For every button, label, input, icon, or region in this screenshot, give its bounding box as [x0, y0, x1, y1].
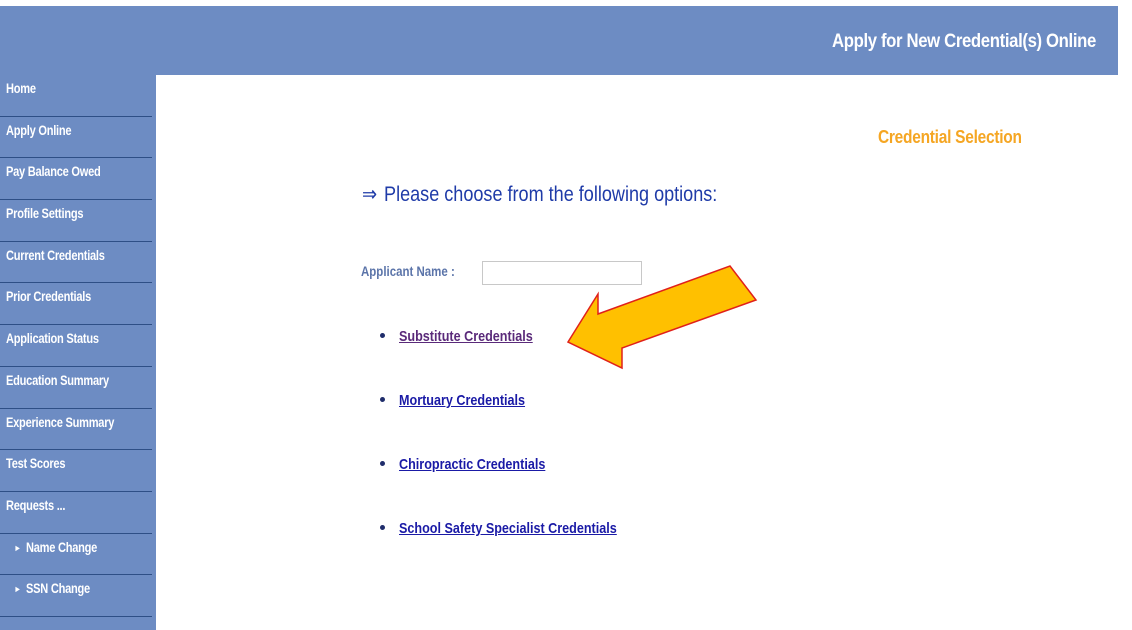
sidebar-item-label: Test Scores: [6, 456, 66, 472]
chiropractic-credentials-link[interactable]: Chiropractic Credentials: [399, 456, 545, 473]
sidebar-item-application-status[interactable]: Application Status: [0, 325, 152, 367]
page-title: Apply for New Credential(s) Online: [832, 31, 1096, 52]
sidebar-item-profile-settings[interactable]: Profile Settings: [0, 200, 152, 242]
sidebar-item-label: Prior Credentials: [6, 289, 92, 305]
callout-arrow-shape: [566, 265, 758, 370]
bullet-icon: [380, 333, 385, 338]
bullet-icon: [380, 525, 385, 530]
options-prompt: ⇒ Please choose from the following option…: [362, 182, 717, 207]
sidebar-item-label: Apply Online: [6, 122, 72, 138]
triangle-right-icon: ►: [14, 542, 22, 553]
sidebar-item-label: Education Summary: [6, 372, 109, 388]
sidebar-item-label: Current Credentials: [6, 247, 105, 263]
sidebar-item-apply-online[interactable]: Apply Online: [0, 117, 152, 159]
sidebar-item-label: Requests ...: [6, 497, 66, 513]
sidebar-item-prior-credentials[interactable]: Prior Credentials: [0, 283, 152, 326]
bullet-icon: [380, 397, 385, 402]
callout-arrow-icon: [566, 265, 758, 370]
prompt-text: Please choose from the following options…: [384, 183, 718, 206]
mortuary-credentials-link[interactable]: Mortuary Credentials: [399, 392, 525, 409]
sidebar-item-ssn-change[interactable]: ► SSN Change: [0, 575, 152, 617]
sidebar: Home Apply Online Pay Balance Owed Profi…: [0, 75, 156, 630]
sidebar-item-label: SSN Change: [25, 581, 90, 597]
section-title: Credential Selection: [878, 127, 1022, 147]
sidebar-item-label: Pay Balance Owed: [6, 164, 101, 180]
sidebar-item-experience-summary[interactable]: Experience Summary: [0, 409, 152, 451]
sidebar-item-label: Home: [6, 81, 36, 96]
sidebar-item-label: Profile Settings: [6, 206, 84, 222]
sidebar-item-name-change[interactable]: ► Name Change: [0, 534, 152, 576]
triangle-right-icon: ►: [14, 584, 22, 595]
sidebar-item-home[interactable]: Home: [0, 75, 152, 117]
school-safety-specialist-credentials-link[interactable]: School Safety Specialist Credentials: [399, 520, 617, 537]
sidebar-item-education-summary[interactable]: Education Summary: [0, 367, 152, 409]
bullet-icon: [380, 461, 385, 466]
sidebar-subitem: ► SSN Change: [14, 581, 90, 596]
page: Apply for New Credential(s) Online Home …: [0, 0, 1132, 630]
applicant-name-label: Applicant Name :: [361, 263, 455, 279]
header-bar: Apply for New Credential(s) Online: [0, 6, 1118, 75]
sidebar-item-pay-balance-owed[interactable]: Pay Balance Owed: [0, 158, 152, 201]
sidebar-item-current-credentials[interactable]: Current Credentials: [0, 242, 152, 284]
sidebar-item-label: Name Change: [25, 539, 98, 555]
substitute-credentials-link[interactable]: Substitute Credentials: [399, 328, 533, 345]
sidebar-item-label: Application Status: [6, 331, 99, 347]
sidebar-item-label: Experience Summary: [6, 414, 115, 430]
sidebar-item-test-scores[interactable]: Test Scores: [0, 450, 152, 492]
double-arrow-right-icon: ⇒: [362, 183, 378, 206]
sidebar-item-requests[interactable]: Requests ...: [0, 492, 152, 534]
sidebar-subitem: ► Name Change: [14, 540, 97, 555]
